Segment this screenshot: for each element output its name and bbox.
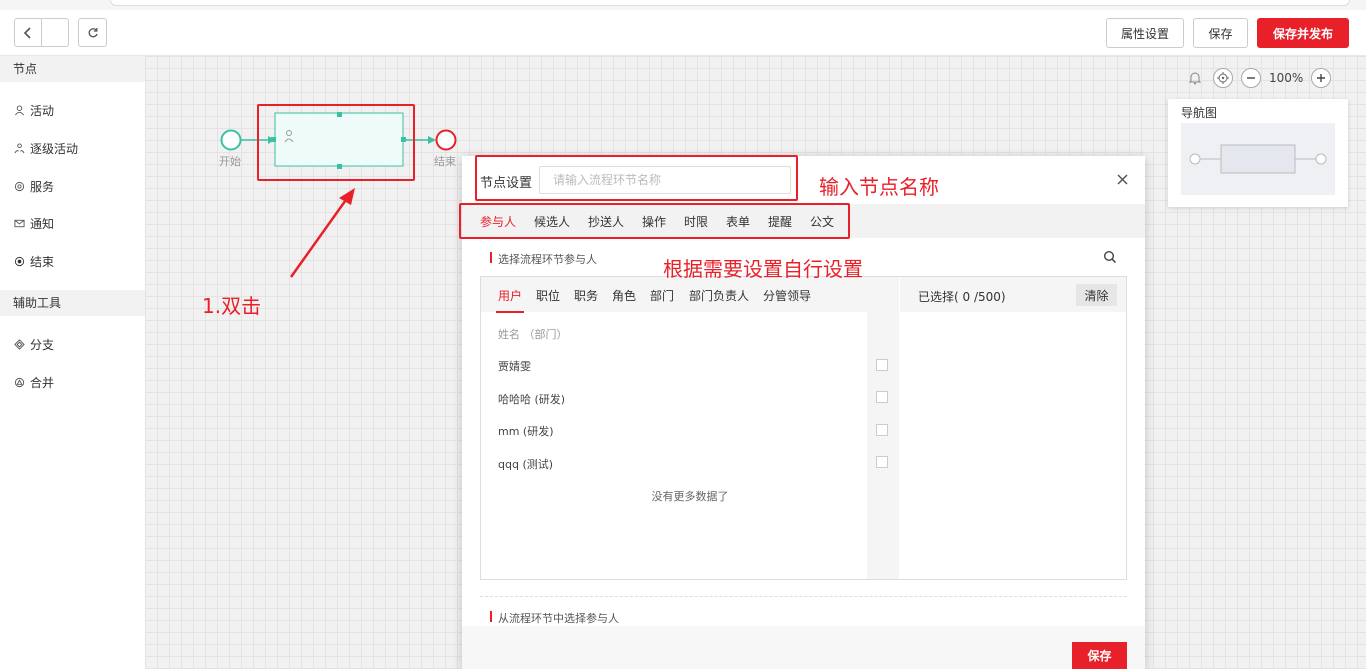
mail-icon: [14, 219, 25, 228]
selected-pane: 已选择( 0 /500) 清除: [900, 277, 1126, 579]
forward-button[interactable]: [41, 19, 68, 46]
browser-strip: [0, 0, 1366, 10]
section-select-participants: 选择流程环节参与人: [490, 251, 597, 267]
subtab-user[interactable]: 用户: [495, 287, 525, 313]
address-bar: [110, 0, 1350, 6]
sidebar-item-notify[interactable]: 通知: [14, 215, 54, 232]
annotation-double-click: 1.双击: [202, 294, 262, 318]
highlight-node-box: [257, 104, 415, 181]
arrow-annotation: [289, 188, 355, 278]
search-icon[interactable]: [1103, 250, 1117, 264]
sidebar-item-merge[interactable]: 合并: [14, 374, 54, 391]
start-label: 开始: [219, 155, 241, 168]
sidebar-item-label: 结束: [30, 255, 55, 269]
sidebar-item-label: 逐级活动: [30, 142, 79, 156]
sidebar-item-end[interactable]: 结束: [14, 253, 54, 270]
annotation-configure: 根据需要设置自行设置: [663, 257, 863, 281]
end-node[interactable]: [435, 129, 457, 151]
list-item[interactable]: mm (研发): [498, 423, 554, 439]
selected-count: 已选择( 0 /500): [918, 290, 1006, 304]
sidebar-item-activity[interactable]: 活动: [14, 102, 54, 119]
list-header: 姓名 （部门）: [498, 328, 568, 341]
minus-icon: [1247, 77, 1255, 79]
subtab-duty[interactable]: 职务: [574, 287, 598, 304]
sidebar: 节点 活动 逐级活动 服务 通知 结束 辅助工具 分支 合并: [0, 56, 145, 669]
subtab-department[interactable]: 部门: [650, 287, 674, 304]
merge-icon: [14, 377, 25, 388]
people-icon: [14, 143, 25, 154]
highlight-name-box: [475, 155, 798, 201]
section-from-steps: 从流程环节中选择参与人: [490, 610, 619, 626]
dialog-footer: [462, 626, 1145, 669]
sidebar-item-label: 分支: [30, 338, 55, 352]
zoom-in-button[interactable]: [1311, 68, 1332, 88]
bell-icon[interactable]: [1185, 68, 1205, 88]
sidebar-section-tools: 辅助工具: [0, 290, 145, 316]
properties-button[interactable]: 属性设置: [1106, 18, 1184, 48]
refresh-icon: [88, 27, 98, 37]
minimap-title: 导航图: [1181, 106, 1218, 120]
target-icon: [1217, 72, 1229, 84]
sidebar-item-service[interactable]: 服务: [14, 178, 54, 195]
no-more-data: 没有更多数据了: [651, 490, 729, 503]
sidebar-item-label: 服务: [30, 180, 55, 194]
highlight-tabs-box: [459, 203, 850, 239]
subtab-dept-head[interactable]: 部门负责人: [689, 287, 749, 304]
list-scrollbar[interactable]: [867, 312, 899, 579]
list-item[interactable]: 贾婧雯: [498, 358, 531, 374]
start-node[interactable]: [220, 129, 242, 151]
subtab-supervisor[interactable]: 分管领导: [763, 287, 811, 304]
refresh-button[interactable]: [78, 18, 107, 47]
save-publish-button[interactable]: 保存并发布: [1257, 18, 1349, 48]
stop-circle-icon: [14, 256, 25, 267]
minimap-preview: [1189, 144, 1327, 174]
row-checkbox[interactable]: [876, 391, 888, 403]
zoom-out-button[interactable]: [1241, 68, 1261, 88]
chevron-left-icon: [24, 26, 31, 39]
row-checkbox[interactable]: [876, 456, 888, 468]
sidebar-item-label: 合并: [30, 376, 55, 390]
close-button[interactable]: [1114, 171, 1130, 187]
sidebar-item-label: 活动: [30, 104, 55, 118]
sidebar-item-label: 通知: [30, 217, 55, 231]
person-icon: [15, 105, 24, 116]
save-button[interactable]: 保存: [1193, 18, 1248, 48]
divider: [480, 596, 1127, 597]
nav-group: [14, 18, 69, 47]
participant-panel: 用户 职位 职务 角色 部门 部门负责人 分管领导 姓名 （部门） 贾婧雯 哈哈…: [480, 276, 1127, 580]
plus-icon: [1317, 74, 1326, 82]
zoom-level: 100%: [1269, 71, 1304, 85]
annotation-enter-name: 输入节点名称: [819, 175, 939, 199]
clear-button[interactable]: 清除: [1076, 284, 1117, 306]
row-checkbox[interactable]: [876, 424, 888, 436]
list-item[interactable]: qqq (测试): [498, 456, 553, 472]
dialog-save-button[interactable]: 保存: [1072, 642, 1127, 669]
minimap-body: [1181, 123, 1335, 195]
row-checkbox[interactable]: [876, 359, 888, 371]
sidebar-item-step-activity[interactable]: 逐级活动: [14, 140, 78, 157]
subtab-role[interactable]: 角色: [612, 287, 636, 304]
close-icon: [1116, 173, 1128, 185]
locate-button[interactable]: [1213, 68, 1233, 88]
participant-type-tabs: 用户 职位 职务 角色 部门 部门负责人 分管领导: [481, 277, 899, 313]
list-item[interactable]: 哈哈哈 (研发): [498, 391, 565, 407]
end-label: 结束: [434, 155, 456, 168]
sidebar-item-branch[interactable]: 分支: [14, 336, 54, 353]
zoom-controls: 100%: [1185, 68, 1332, 88]
minimap[interactable]: 导航图: [1168, 99, 1348, 207]
diamond-icon: [14, 339, 25, 350]
candidate-list-pane: 用户 职位 职务 角色 部门 部门负责人 分管领导 姓名 （部门） 贾婧雯 哈哈…: [481, 277, 899, 579]
selected-header: 已选择( 0 /500) 清除: [900, 277, 1126, 312]
back-button[interactable]: [15, 19, 41, 46]
sidebar-section-nodes: 节点: [0, 56, 145, 82]
gear-icon: [14, 181, 25, 192]
subtab-position[interactable]: 职位: [536, 287, 560, 304]
toolbar: 属性设置 保存 保存并发布: [0, 10, 1366, 56]
